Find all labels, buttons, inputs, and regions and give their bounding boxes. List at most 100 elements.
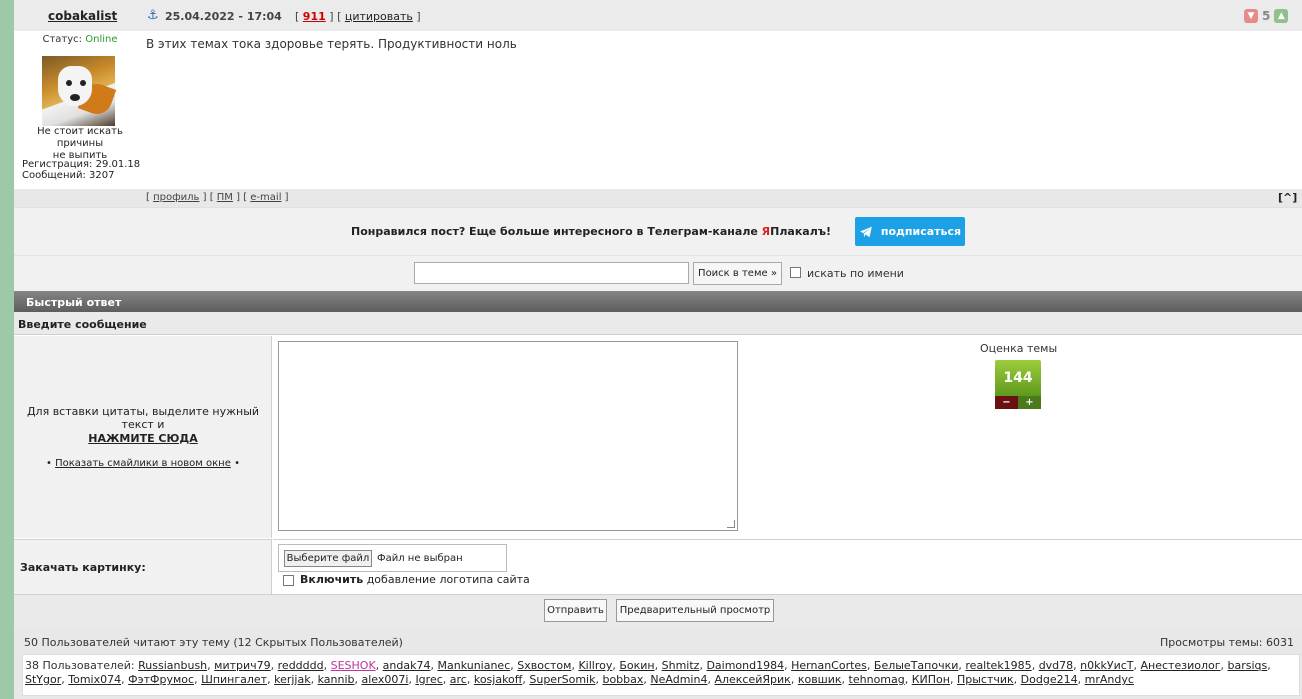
user-link[interactable]: Igrec [415, 673, 442, 686]
choose-file-button[interactable]: Выберите файл [284, 550, 372, 567]
topic-search-button[interactable]: Поиск в теме » [693, 262, 782, 285]
user-link[interactable]: SuperSomik [529, 673, 595, 686]
user-link[interactable]: andak74 [383, 659, 431, 672]
cite-close: ] [416, 10, 421, 23]
user-link[interactable]: realtek1985 [965, 659, 1031, 672]
rating-plus-button[interactable]: + [1018, 396, 1041, 409]
post-rating-count: 5 [1262, 9, 1271, 23]
logo-label-rest: добавление логотипа сайта [366, 573, 530, 586]
user-link[interactable]: ковшик [798, 673, 842, 686]
users-list: 38 Пользователей: Russianbush, митрич79,… [22, 654, 1300, 696]
user-link[interactable]: Бокин [619, 659, 654, 672]
send-button[interactable]: Отправить [544, 599, 607, 622]
telegram-text: Понравился пост? Еще больше интересного … [351, 225, 831, 238]
user-link[interactable]: n0kkУисТ [1080, 659, 1133, 672]
user-link[interactable]: Killroy [578, 659, 612, 672]
show-smiles-link[interactable]: Показать смайлики в новом окне [55, 458, 231, 469]
status-label: Статус: [42, 34, 83, 45]
user-link[interactable]: kosjakoff [474, 673, 523, 686]
user-link[interactable]: arc [450, 673, 467, 686]
user-link[interactable]: barsiqs [1228, 659, 1268, 672]
author-status: Статус: Online [14, 34, 146, 45]
user-link[interactable]: КИПон [912, 673, 950, 686]
quote-hint: Для вставки цитаты, выделите нужный текс… [26, 405, 260, 431]
readers-count: 50 Пользователей читают эту тему (12 Скр… [24, 636, 403, 649]
user-link[interactable]: HernanCortes [791, 659, 867, 672]
email-link[interactable]: e-mail [250, 192, 281, 203]
user-link[interactable]: ФэтФрумос [128, 673, 194, 686]
upload-label: Закачать картинку: [20, 561, 146, 574]
thumb-up-icon[interactable]: ▲ [1274, 9, 1289, 23]
insert-quote-link[interactable]: НАЖМИТЕ СЮДА [24, 432, 262, 445]
post-author-link[interactable]: cobakalist [48, 9, 117, 23]
user-link[interactable]: reddddd [278, 659, 324, 672]
user-link[interactable]: митрич79 [214, 659, 270, 672]
user-link[interactable]: kerjjak [274, 673, 311, 686]
rating-minus-button[interactable]: − [995, 396, 1018, 409]
topic-rating-label: Оценка темы [980, 342, 1058, 355]
avatar[interactable] [42, 56, 117, 126]
smiles-suffix: • [234, 458, 240, 469]
resize-handle-icon[interactable] [727, 520, 735, 528]
user-link[interactable]: tehnomag [849, 673, 905, 686]
topic-views: Просмотры темы: 6031 [1160, 636, 1294, 649]
search-by-name-label: искать по имени [807, 267, 904, 280]
user-link[interactable]: Шпингалет [201, 673, 267, 686]
user-link[interactable]: bobbax [602, 673, 643, 686]
user-link[interactable]: StYgor [25, 673, 61, 686]
quick-reply-title: Быстрый ответ [14, 291, 1302, 312]
telegram-subscribe-label: подписаться [880, 225, 962, 238]
to-top-link[interactable]: [^] [1278, 191, 1297, 204]
user-title: Не стоит искать причины не выпить [14, 126, 146, 162]
anchor-icon[interactable]: ⚓ [147, 8, 159, 23]
cite-open: [ [337, 10, 342, 23]
profile-link[interactable]: профиль [153, 192, 199, 203]
logo-label-bold: Включить [300, 573, 364, 586]
user-link[interactable]: NeAdmin4 [650, 673, 707, 686]
user-link[interactable]: dvd78 [1039, 659, 1073, 672]
message-textarea[interactable] [278, 341, 738, 531]
user-link[interactable]: Tomix074 [68, 673, 121, 686]
cite-link[interactable]: цитировать [345, 10, 413, 23]
author-info: Регистрация: 29.01.18 Сообщений: 3207 [22, 159, 140, 181]
telegram-brand-ya: Я [761, 225, 771, 238]
user-link[interactable]: Mankunianec [437, 659, 510, 672]
user-title-line1: Не стоит искать причины [37, 126, 123, 149]
status-online: Online [85, 34, 118, 45]
user-link[interactable]: Shmitz [662, 659, 700, 672]
post-count: Сообщений: 3207 [22, 170, 115, 181]
user-link[interactable]: kannib [318, 673, 355, 686]
avatar-eye [66, 80, 72, 86]
post-body [146, 31, 1302, 189]
telegram-icon [860, 226, 872, 237]
user-link[interactable]: Dodge214 [1021, 673, 1078, 686]
post-number-close: ] [329, 10, 334, 23]
telegram-subscribe-button[interactable]: подписаться [855, 217, 965, 246]
post-text: В этих темах тока здоровье терять. Проду… [146, 37, 517, 51]
smiles-prefix: • [46, 458, 52, 469]
logo-checkbox[interactable] [283, 575, 294, 586]
post-number-link[interactable]: 911 [303, 10, 326, 23]
user-link[interactable]: Анестезиолог [1141, 659, 1221, 672]
user-link[interactable]: АлексейЯрик [714, 673, 790, 686]
thumb-down-icon[interactable]: ▼ [1244, 9, 1258, 23]
preview-button[interactable]: Предварительный просмотр [616, 599, 774, 622]
post-rating: ▼ 5 ▲ [1244, 9, 1289, 23]
user-link[interactable]: Sхвостом [517, 659, 571, 672]
pm-link[interactable]: ПМ [217, 192, 233, 203]
logo-label: Включить добавление логотипа сайта [300, 573, 530, 586]
topic-search-input[interactable] [414, 262, 689, 284]
avatar-eye [80, 80, 86, 86]
user-link[interactable]: БелыеТапочки [874, 659, 958, 672]
user-link[interactable]: alex007i [362, 673, 409, 686]
user-link[interactable]: Прыстчик [957, 673, 1014, 686]
user-link[interactable]: Daimond1984 [706, 659, 784, 672]
page: cobakalist ⚓ 25.04.2022 - 17:04 [ 911 ] … [14, 0, 1302, 699]
post-date: 25.04.2022 - 17:04 [165, 10, 282, 23]
user-link[interactable]: SESHOK [331, 659, 376, 672]
user-link[interactable]: Russianbush [138, 659, 207, 672]
search-by-name-checkbox[interactable] [790, 267, 801, 278]
enter-message-heading: Введите сообщение [14, 312, 1302, 335]
avatar-nose [70, 94, 80, 101]
user-link[interactable]: mrAndyc [1085, 673, 1134, 686]
